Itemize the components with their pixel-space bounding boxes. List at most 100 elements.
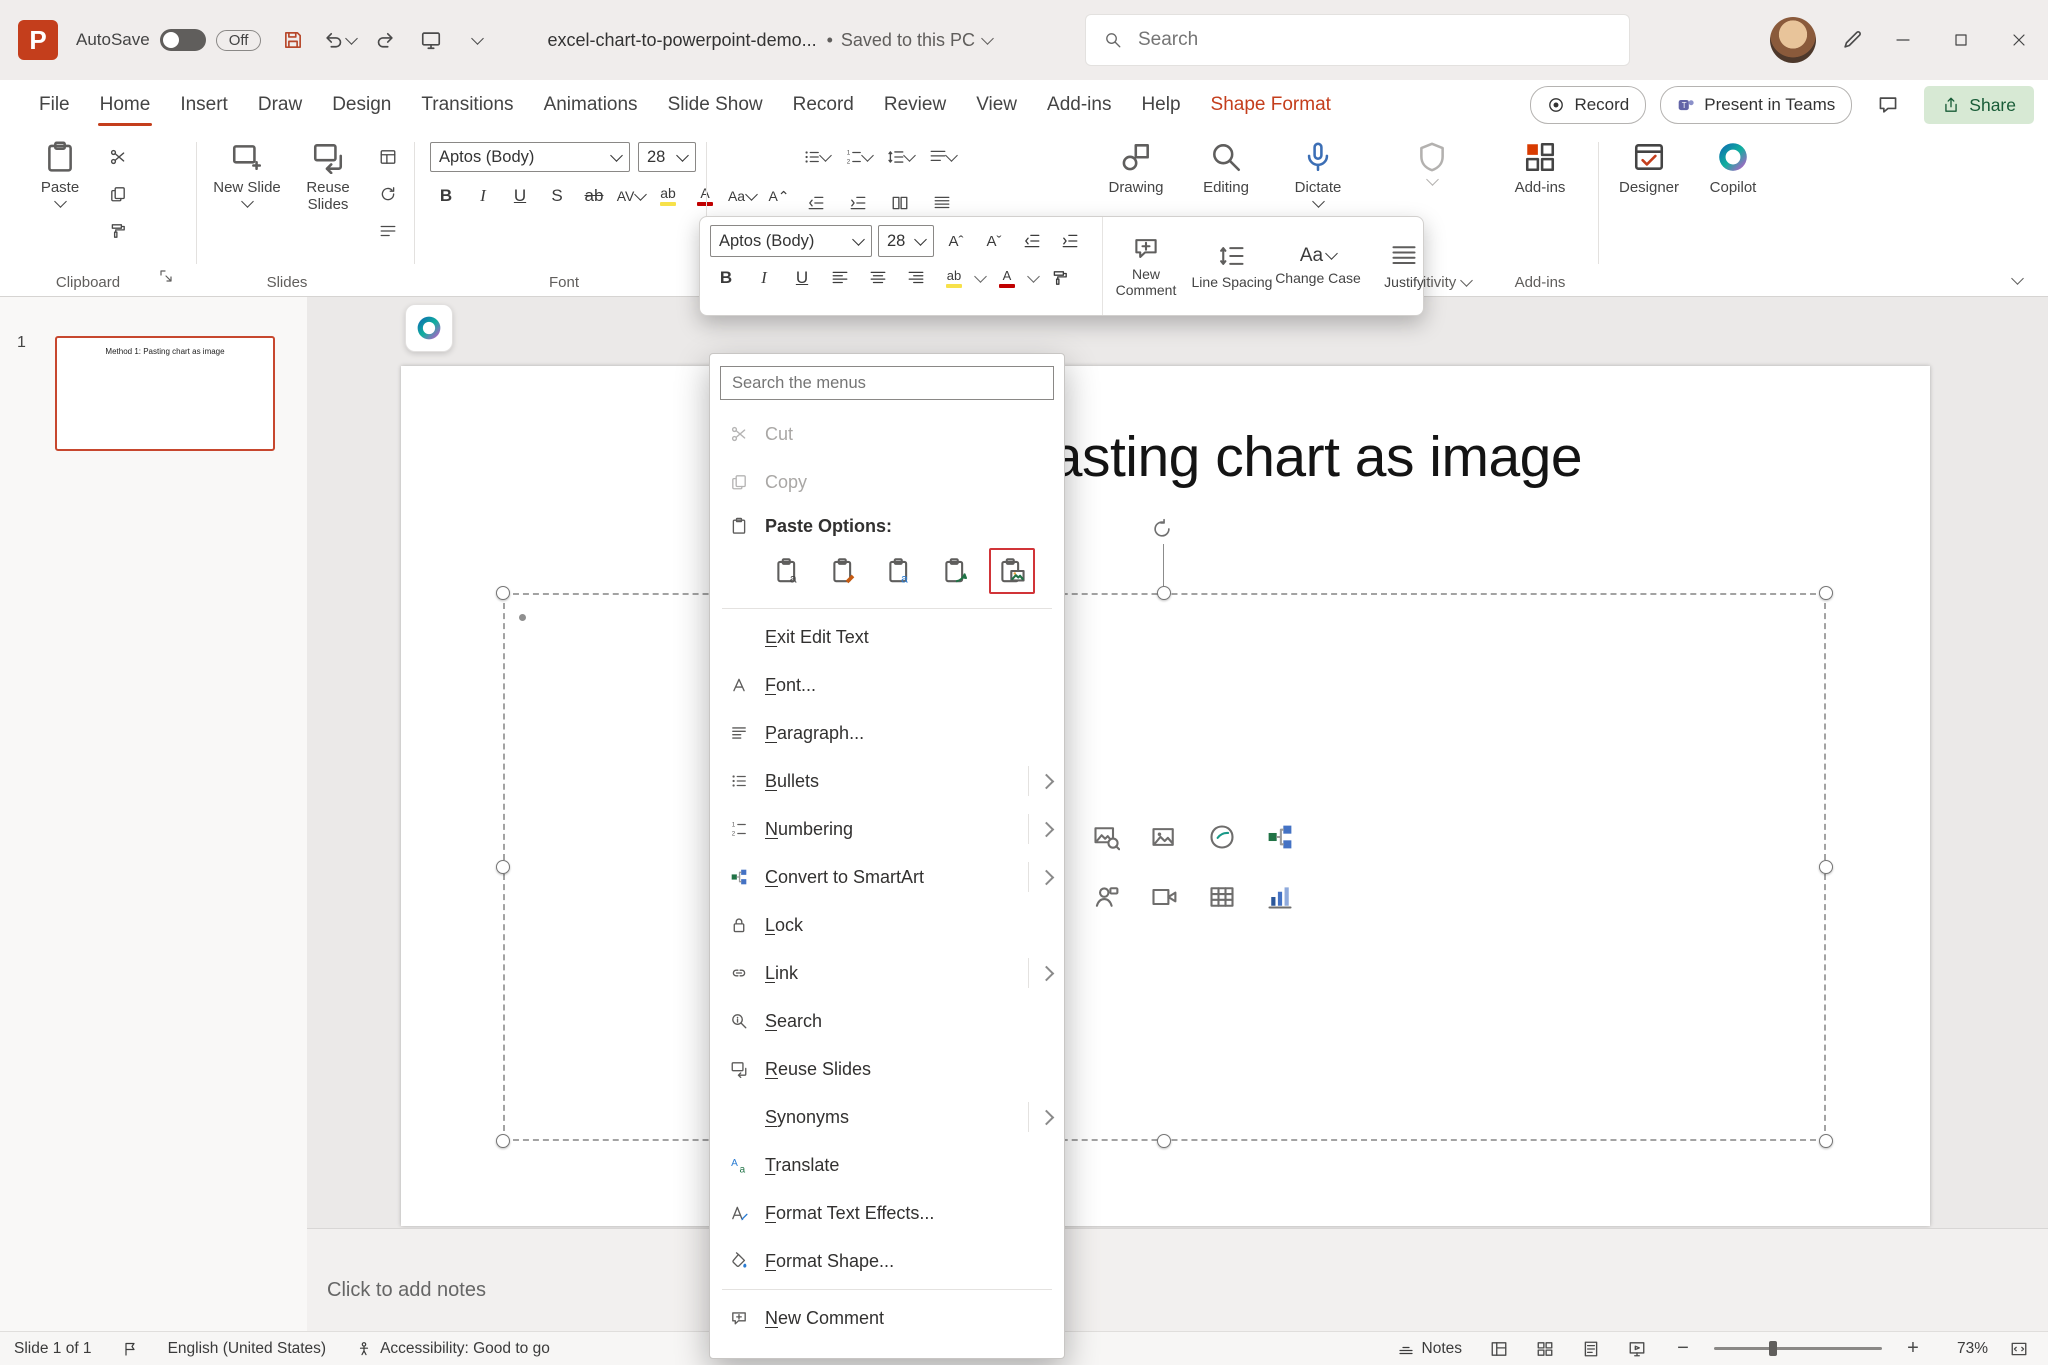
menu-item-format-shape[interactable]: Format Shape... [710,1237,1064,1285]
resize-handle-middle-right[interactable] [1819,860,1833,874]
align-right-button[interactable] [900,264,932,292]
normal-view-button[interactable] [1484,1336,1514,1362]
new-comment-button[interactable]: New Comment [1103,217,1189,315]
content-placeholder[interactable] [503,593,1826,1141]
menu-item-paragraph[interactable]: Paragraph... [710,709,1064,757]
share-button[interactable]: Share [1924,86,2034,124]
grow-font-button[interactable]: Aˆ [940,227,972,255]
copilot-button[interactable]: Copilot [1694,140,1772,196]
powerpoint-logo-icon[interactable]: P [18,20,58,60]
mini-font-name-select[interactable]: Aptos (Body) [710,225,872,257]
slide-canvas[interactable]: Method 1: Pasting chart as image [401,366,1930,1226]
mini-underline-button[interactable]: U [786,264,818,292]
menu-item-font[interactable]: Font... [710,661,1064,709]
mini-bold-button[interactable]: B [710,264,742,292]
bold-button[interactable]: B [430,182,462,210]
paste-option-keep-source-formatting[interactable] [821,548,867,594]
mini-highlight-color-button[interactable]: ab [938,264,970,292]
italic-button[interactable]: I [467,182,499,210]
autosave-toggle[interactable] [160,29,206,51]
tab-add-ins[interactable]: Add-ins [1032,80,1126,130]
tab-transitions[interactable]: Transitions [406,80,528,130]
strikethrough-button[interactable]: ab [578,182,610,210]
shrink-font-button[interactable]: Aˇ [978,227,1010,255]
paste-option-destination-theme-link-data[interactable]: a [877,548,923,594]
paste-option-use-destination-theme[interactable]: a [765,548,811,594]
menu-search-box[interactable] [720,366,1054,400]
search-input[interactable] [1136,28,1611,52]
chart-icon[interactable] [1260,877,1300,917]
slideshow-view-button[interactable] [1622,1336,1652,1362]
clear-formatting-button[interactable]: A⌃ [763,182,795,210]
cut-button[interactable] [102,142,134,172]
resize-handle-middle-left[interactable] [496,860,510,874]
font-size-select[interactable]: 28 [638,142,696,172]
tab-file[interactable]: File [24,80,85,130]
zoom-in-button[interactable]: + [1898,1336,1928,1362]
maximize-button[interactable] [1932,0,1990,80]
add-ins-button[interactable]: Add-ins [1498,140,1582,196]
mini-decrease-indent-button[interactable] [1016,227,1048,255]
increase-indent-button[interactable] [842,188,874,218]
notes-placeholder[interactable]: Click to add notes [327,1279,486,1301]
cameo-icon[interactable] [1086,877,1126,917]
underline-button[interactable]: U [504,182,536,210]
quick-access-more-button[interactable] [455,18,499,62]
justify-button[interactable]: Justify [1361,217,1447,315]
menu-item-search[interactable]: Search [710,997,1064,1045]
language-selector[interactable]: English (United States) [168,1340,327,1358]
menu-item-new-comment[interactable]: New Comment [710,1294,1064,1342]
tab-help[interactable]: Help [1126,80,1195,130]
editing-button[interactable]: Editing [1186,140,1266,196]
slide-indicator[interactable]: Slide 1 of 1 [14,1340,92,1358]
section-button[interactable] [372,216,404,246]
minimize-button[interactable] [1874,0,1932,80]
mini-font-color-button[interactable]: A [991,264,1023,292]
fit-slide-to-window-button[interactable] [2004,1336,2034,1362]
redo-button[interactable] [363,18,407,62]
tab-design[interactable]: Design [317,80,406,130]
notes-pane[interactable]: Click to add notes [307,1228,2048,1331]
reading-view-button[interactable] [1576,1336,1606,1362]
spellcheck-flag-icon[interactable] [122,1341,138,1357]
paste-button[interactable]: Paste [28,140,92,206]
bullets-button[interactable] [800,142,832,172]
line-spacing-button[interactable] [884,142,916,172]
text-shadow-button[interactable]: S [541,182,573,210]
mini-font-size-select[interactable]: 28 [878,225,934,257]
paste-option-picture[interactable] [989,548,1035,594]
comments-button[interactable] [1866,83,1910,127]
record-button[interactable]: Record [1530,86,1646,124]
resize-handle-top-middle[interactable] [1157,586,1171,600]
change-case-button-mini[interactable]: Aa Change Case [1275,217,1361,315]
character-spacing-button[interactable]: AV [615,182,647,210]
line-spacing-button-mini[interactable]: Line Spacing [1189,217,1275,315]
stock-images-icon[interactable] [1086,817,1126,857]
format-painter-button[interactable] [102,216,134,246]
smartart-icon[interactable] [1260,817,1300,857]
menu-item-translate[interactable]: Aa Translate [710,1141,1064,1189]
save-button[interactable] [271,18,315,62]
saved-status[interactable]: • Saved to this PC [827,30,992,51]
present-in-teams-button[interactable]: T Present in Teams [1660,86,1852,124]
font-name-select[interactable]: Aptos (Body) [430,142,630,172]
columns-button[interactable] [884,188,916,218]
menu-item-format-text-effects[interactable]: Format Text Effects... [710,1189,1064,1237]
menu-item-synonyms[interactable]: Synonyms [710,1093,1064,1141]
close-button[interactable] [1990,0,2048,80]
tab-view[interactable]: View [961,80,1032,130]
tab-animations[interactable]: Animations [529,80,653,130]
menu-item-convert-to-smartart[interactable]: Convert to SmartArt [710,853,1064,901]
new-slide-button[interactable]: New Slide [212,140,282,206]
copy-button[interactable] [102,179,134,209]
resize-handle-bottom-right[interactable] [1819,1134,1833,1148]
paste-option-source-formatting-link-data[interactable] [933,548,979,594]
clipboard-dialog-launcher[interactable] [158,268,174,289]
menu-item-reuse-slides[interactable]: Reuse Slides [710,1045,1064,1093]
drawing-button[interactable]: Drawing [1096,140,1176,196]
tab-record[interactable]: Record [778,80,869,130]
highlight-color-button[interactable]: ab [652,182,684,210]
menu-item-exit-edit-text[interactable]: Exit Edit Text [710,613,1064,661]
designer-button[interactable]: Designer [1610,140,1688,196]
tab-home[interactable]: Home [85,80,166,130]
